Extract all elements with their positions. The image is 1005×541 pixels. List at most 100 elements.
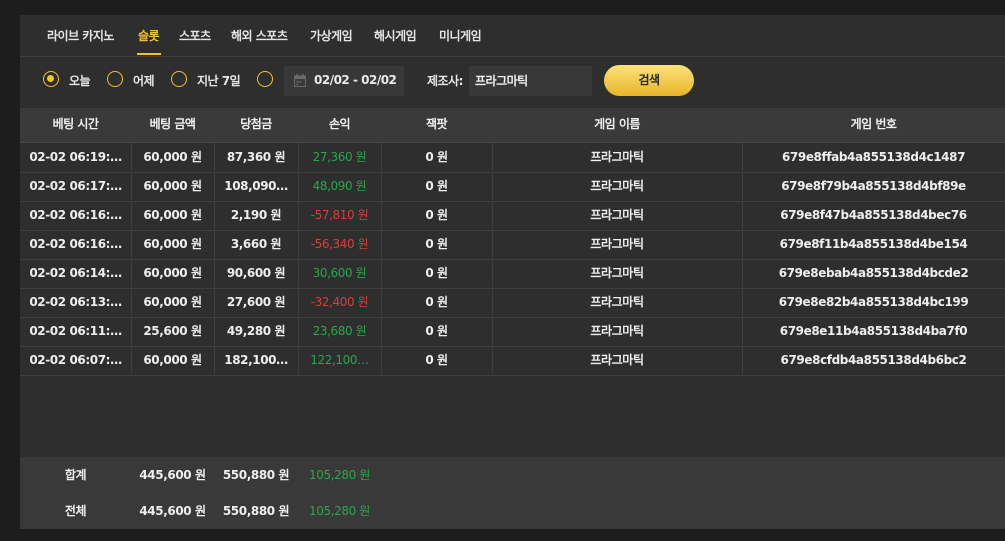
tab-sports[interactable]: 스포츠 xyxy=(179,27,211,44)
cell-jackpot: 0 원 xyxy=(425,324,448,338)
column-divider xyxy=(131,317,132,345)
cell-game-id: 679e8f11b4a855138d4be154 xyxy=(779,237,968,251)
cell-winnings: 27,600 원 xyxy=(226,295,286,309)
cell-profit: -56,340 원 xyxy=(310,237,369,251)
cell-profit: 30,600 원 xyxy=(312,266,367,280)
column-divider xyxy=(492,317,493,345)
column-divider xyxy=(492,230,493,258)
cell-jackpot: 0 원 xyxy=(425,237,448,251)
cell-winnings: 108,090… xyxy=(224,179,288,193)
column-divider xyxy=(492,346,493,374)
cell-bet-amount: 60,000 원 xyxy=(143,237,202,251)
column-divider xyxy=(131,230,132,258)
category-tabs: 라이브 카지노 슬롯 스포츠 해외 스포츠 가상게임 해시게임 미니게임 xyxy=(20,15,1005,57)
table-row: 02-02 06:13:… 60,000 원 27,600 원 -32,400 원 0 … xyxy=(20,288,1005,318)
column-divider xyxy=(381,230,382,258)
footer-label: 전체 xyxy=(64,504,87,518)
column-divider xyxy=(298,259,299,287)
radio-yesterday-label: 어제 xyxy=(133,74,155,88)
column-divider xyxy=(298,143,299,171)
cell-bet-time: 02-02 06:11:… xyxy=(29,324,122,338)
column-divider xyxy=(381,172,382,200)
maker-selected-value: 프라그마틱 xyxy=(475,74,528,88)
column-divider xyxy=(298,317,299,345)
column-divider xyxy=(131,172,132,200)
column-divider xyxy=(131,346,132,374)
column-divider xyxy=(214,317,215,345)
date-range-text: 02/02 - 02/02 xyxy=(314,73,397,87)
footer-bet-total: 445,600 원 xyxy=(139,504,206,518)
radio-yesterday[interactable] xyxy=(107,71,123,87)
cell-game-name: 프라그마틱 xyxy=(590,179,644,193)
tab-overseas-sports[interactable]: 해외 스포츠 xyxy=(231,27,288,44)
column-divider xyxy=(131,143,132,171)
header-bet-amount: 베팅 금액 xyxy=(149,117,196,131)
tab-virtual-game[interactable]: 가상게임 xyxy=(310,27,353,44)
header-bet-time: 베팅 시간 xyxy=(52,117,99,131)
table-body: 02-02 06:19:… 60,000 원 87,360 원 27,360 원 0 원… xyxy=(20,143,1005,376)
tab-slot[interactable]: 슬롯 xyxy=(138,27,160,44)
header-jackpot: 잭팟 xyxy=(425,117,448,131)
column-divider xyxy=(131,201,132,229)
table-row: 02-02 06:19:… 60,000 원 87,360 원 27,360 원 0 원… xyxy=(20,143,1005,173)
radio-custom-range[interactable] xyxy=(257,71,273,87)
date-range-picker[interactable]: 02/02 - 02/02 xyxy=(284,66,404,96)
column-divider xyxy=(742,259,743,287)
cell-bet-time: 02-02 06:16:… xyxy=(29,208,122,222)
header-game-id: 게임 번호 xyxy=(850,117,897,131)
cell-game-id: 679e8ebab4a855138d4bcde2 xyxy=(778,266,969,280)
header-profit: 손익 xyxy=(328,117,351,131)
table-row: 02-02 06:17:… 60,000 원 108,090… 48,090 원 0 원… xyxy=(20,172,1005,202)
column-divider xyxy=(214,172,215,200)
table-row: 02-02 06:11:… 25,600 원 49,280 원 23,680 원 0 원… xyxy=(20,317,1005,347)
cell-winnings: 87,360 원 xyxy=(226,150,286,164)
column-divider xyxy=(492,259,493,287)
column-divider xyxy=(214,143,215,171)
header-game-name: 게임 이름 xyxy=(594,117,640,131)
cell-jackpot: 0 원 xyxy=(425,179,448,193)
calendar-icon xyxy=(294,74,306,87)
cell-jackpot: 0 원 xyxy=(425,266,448,280)
cell-bet-amount: 60,000 원 xyxy=(143,179,202,193)
cell-game-name: 프라그마틱 xyxy=(590,295,644,309)
cell-bet-amount: 60,000 원 xyxy=(143,208,202,222)
radio-today[interactable] xyxy=(43,71,59,87)
cell-bet-time: 02-02 06:07:… xyxy=(29,353,122,367)
cell-profit: 122,100… xyxy=(310,353,369,367)
cell-bet-amount: 60,000 원 xyxy=(143,353,202,367)
cell-bet-time: 02-02 06:19:… xyxy=(29,150,122,164)
footer-profit-total: 105,280 원 xyxy=(309,468,370,482)
tab-live-casino[interactable]: 라이브 카지노 xyxy=(47,27,114,44)
column-divider xyxy=(742,346,743,374)
tab-mini-game[interactable]: 미니게임 xyxy=(439,27,482,44)
cell-profit: -57,810 원 xyxy=(310,208,369,222)
radio-last-7-days[interactable] xyxy=(171,71,187,87)
cell-winnings: 2,190 원 xyxy=(230,208,282,222)
column-divider xyxy=(492,172,493,200)
cell-game-name: 프라그마틱 xyxy=(590,208,644,222)
column-divider xyxy=(742,317,743,345)
cell-bet-amount: 60,000 원 xyxy=(143,150,202,164)
cell-bet-time: 02-02 06:16:… xyxy=(29,237,122,251)
search-button[interactable]: 검색 xyxy=(604,65,694,96)
radio-today-label: 오늘 xyxy=(69,74,91,88)
cell-game-name: 프라그마틱 xyxy=(590,237,644,251)
cell-jackpot: 0 원 xyxy=(425,353,448,367)
cell-profit: -32,400 원 xyxy=(310,295,369,309)
column-divider xyxy=(381,288,382,316)
column-divider xyxy=(298,201,299,229)
cell-bet-time: 02-02 06:14:… xyxy=(29,266,122,280)
column-divider xyxy=(381,317,382,345)
footer-winnings-total: 550,880 원 xyxy=(222,504,290,518)
subtotal-row: 합계 445,600 원 550,880 원 105,280 원 xyxy=(20,457,1005,493)
maker-select[interactable]: 프라그마틱 xyxy=(469,66,592,96)
column-divider xyxy=(742,172,743,200)
column-divider xyxy=(742,143,743,171)
column-divider xyxy=(131,288,132,316)
tab-hash-game[interactable]: 해시게임 xyxy=(374,27,417,44)
column-divider xyxy=(381,346,382,374)
cell-bet-amount: 25,600 원 xyxy=(143,324,202,338)
cell-bet-amount: 60,000 원 xyxy=(143,295,202,309)
cell-game-name: 프라그마틱 xyxy=(590,353,644,367)
column-divider xyxy=(742,230,743,258)
